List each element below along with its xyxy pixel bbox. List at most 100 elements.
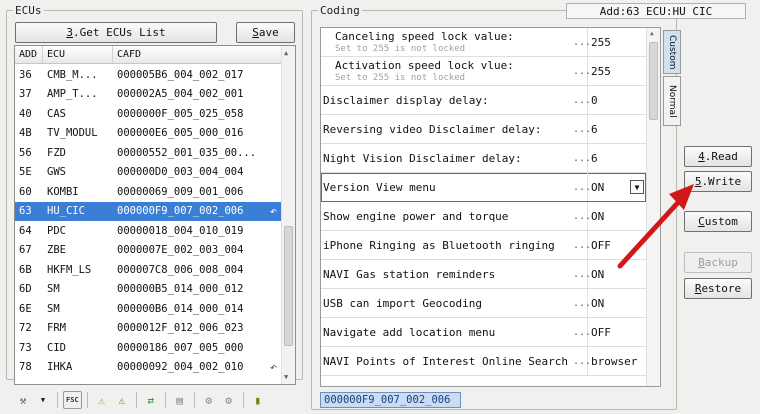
coding-scroll-thumb[interactable] (649, 42, 658, 120)
warning-icon[interactable]: ⚠ (93, 391, 111, 409)
get-ecus-list-button[interactable]: 3 .Get ECUs List (15, 22, 217, 43)
coding-row-value[interactable]: 6 (591, 123, 598, 136)
fsc-button[interactable]: FSC (63, 391, 82, 409)
coding-cafd-tab[interactable]: 000000F9_007_002_006 (320, 392, 461, 408)
link-icon[interactable]: ⚙ (200, 391, 218, 409)
ecu-row[interactable]: 63 HU_CIC 000000F9_007_002_006 ↶ (15, 201, 295, 221)
coding-row[interactable]: Version View menu... ON ▼ (321, 173, 646, 202)
coding-row-ellipsis-button[interactable]: ... (573, 153, 591, 164)
coding-row-ellipsis-button[interactable]: ... (573, 269, 591, 280)
coding-row-value[interactable]: OFF (591, 326, 611, 339)
coding-row-value[interactable]: 6 (591, 152, 598, 165)
coding-row[interactable]: Show engine power and torque... ON (321, 202, 646, 231)
coding-row-ellipsis-button[interactable]: ... (573, 211, 591, 222)
restore-hotkey: R (694, 282, 702, 295)
column-header-ecu[interactable]: ECU (43, 46, 113, 63)
ecu-row[interactable]: 60 KOMBI 00000069_009_001_006 (15, 182, 295, 202)
battery-icon[interactable]: ▮ (249, 391, 267, 409)
coding-row[interactable]: Navigate add location menu... OFF (321, 318, 646, 347)
coding-row-value[interactable]: 0 (591, 94, 598, 107)
ecu-row[interactable]: 6D SM 000000B5_014_000_012 (15, 280, 295, 300)
coding-row-value[interactable]: ON (591, 181, 604, 194)
column-header-add[interactable]: ADD (15, 46, 43, 63)
ecu-row[interactable]: 5E GWS 000000D0_003_004_004 (15, 163, 295, 183)
coding-grid[interactable]: Canceling speed lock value: Set to 255 is… (320, 27, 661, 387)
restore-button[interactable]: Restore (684, 278, 752, 299)
custom-button[interactable]: Custom (684, 211, 752, 232)
tab-custom[interactable]: Custom (663, 30, 681, 74)
coding-row-ellipsis-button[interactable]: ... (573, 66, 591, 77)
ecu-cell-cafd: 00000069_009_001_006 (117, 185, 244, 198)
coding-row-value[interactable]: ON (591, 268, 604, 281)
coding-row[interactable]: Reversing video Disclaimer delay:... 6 (321, 115, 646, 144)
column-header-cafd[interactable]: CAFD (113, 46, 295, 63)
undo-icon[interactable]: ↶ (270, 360, 277, 374)
coding-row-value[interactable]: 255 (591, 36, 611, 49)
coding-row[interactable]: iPhone Ringing as Bluetooth ringing... OF… (321, 231, 646, 260)
scroll-up-icon[interactable]: ▲ (284, 49, 288, 57)
read-button[interactable]: 4 .Read (684, 146, 752, 167)
coding-row-ellipsis-button[interactable]: ... (573, 298, 591, 309)
ecu-row[interactable]: 36 CMB_M... 000005B6_004_002_017 (15, 65, 295, 85)
warning-clear-icon[interactable]: ⚠ (113, 391, 131, 409)
coding-row-ellipsis-button[interactable]: ... (573, 240, 591, 251)
coding-row[interactable]: Activation speed lock vlue: Set to 255 is… (321, 57, 646, 86)
ecu-row[interactable]: 67 ZBE 0000007E_002_003_004 (15, 241, 295, 261)
ecu-cell-add: 6E (19, 302, 32, 315)
coding-row-value[interactable]: 255 (591, 65, 611, 78)
ecu-row[interactable]: 37 AMP_T... 000002A5_004_002_001 (15, 85, 295, 105)
coding-row-value[interactable]: OFF (591, 239, 611, 252)
coding-row-ellipsis-button[interactable]: ... (573, 356, 591, 367)
coding-row[interactable]: NAVI Points of Interest Online Search...… (321, 347, 646, 376)
coding-row-ellipsis-button[interactable]: ... (573, 124, 591, 135)
ecu-row[interactable]: 40 CAS 0000000F_005_025_058 (15, 104, 295, 124)
ecu-list-scrollbar[interactable]: ▲ ▼ (281, 46, 295, 384)
ecu-list-scroll-thumb[interactable] (284, 226, 293, 346)
ecu-cell-add: 73 (19, 341, 32, 354)
coding-scrollbar[interactable]: ▲ (646, 28, 660, 386)
ecu-toolbar: ⚒ ▼ FSC ⚠ ⚠ ⇄ ▤ ⚙ ⚙ ▮ (14, 390, 296, 410)
coding-row[interactable]: Canceling speed lock value: Set to 255 is… (321, 28, 646, 57)
coding-row-ellipsis-button[interactable]: ... (573, 327, 591, 338)
coding-row-value[interactable]: ON (591, 210, 604, 223)
ecu-row[interactable]: 56 FZD 00000552_001_035_00... (15, 143, 295, 163)
tools-icon[interactable]: ⚒ (14, 391, 32, 409)
ecu-row[interactable]: 6B HKFM_LS 000007C8_006_008_004 (15, 260, 295, 280)
coding-row[interactable]: Night Vision Disclaimer delay:... 6 (321, 144, 646, 173)
ecu-row[interactable]: 64 PDC 00000018_004_010_019 (15, 221, 295, 241)
ecu-row[interactable]: 78 IHKA 00000092_004_002_010 ↶ (15, 358, 295, 378)
coding-row-value[interactable]: browser (591, 355, 637, 368)
ecu-list[interactable]: ADD ECU CAFD 36 CMB_M... 000005B6_004_002_… (14, 45, 296, 385)
ecu-cell-ecu: FRM (47, 322, 66, 335)
read-hotkey: 4 (698, 150, 705, 163)
coding-row-name: NAVI Points of Interest Online Search (323, 354, 569, 368)
coding-row-ellipsis-button[interactable]: ... (573, 182, 591, 193)
ecu-address-display: Add:63 ECU:HU CIC (566, 3, 746, 19)
ecu-cell-ecu: HU_CIC (47, 205, 85, 218)
write-button[interactable]: 5 .Write (684, 171, 752, 192)
settings-icon[interactable]: ⚙ (220, 391, 238, 409)
undo-icon[interactable]: ↶ (270, 204, 277, 218)
save-button[interactable]: Save (236, 22, 295, 43)
ecu-row[interactable]: 73 CID 00000186_007_005_000 (15, 338, 295, 358)
coding-row-ellipsis-button[interactable]: ... (573, 37, 591, 48)
transfer-icon[interactable]: ⇄ (142, 391, 160, 409)
coding-row[interactable]: USB can import Geocoding... ON (321, 289, 646, 318)
backup-button[interactable]: Backup (684, 252, 752, 273)
value-dropdown-icon[interactable]: ▼ (630, 180, 644, 194)
coding-row-name: Reversing video Disclaimer delay: (323, 122, 542, 136)
ecu-row[interactable]: 6E SM 000000B6_014_000_014 (15, 299, 295, 319)
coding-row-value[interactable]: ON (591, 297, 604, 310)
ecu-cell-add: 60 (19, 185, 32, 198)
tools-dropdown-icon[interactable]: ▼ (34, 391, 52, 409)
document-icon[interactable]: ▤ (171, 391, 189, 409)
ecu-cell-cafd: 000000E6_005_000_016 (117, 127, 244, 140)
coding-row-ellipsis-button[interactable]: ... (573, 95, 591, 106)
ecu-row[interactable]: 4B TV_MODUL 000000E6_005_000_016 (15, 124, 295, 144)
coding-scroll-up-icon[interactable]: ▲ (650, 30, 654, 37)
coding-row[interactable]: Disclaimer display delay:... 0 (321, 86, 646, 115)
scroll-down-icon[interactable]: ▼ (284, 373, 288, 381)
coding-row[interactable]: NAVI Gas station reminders... ON (321, 260, 646, 289)
tab-normal[interactable]: Normal (663, 76, 681, 126)
ecu-row[interactable]: 72 FRM 0000012F_012_006_023 (15, 319, 295, 339)
